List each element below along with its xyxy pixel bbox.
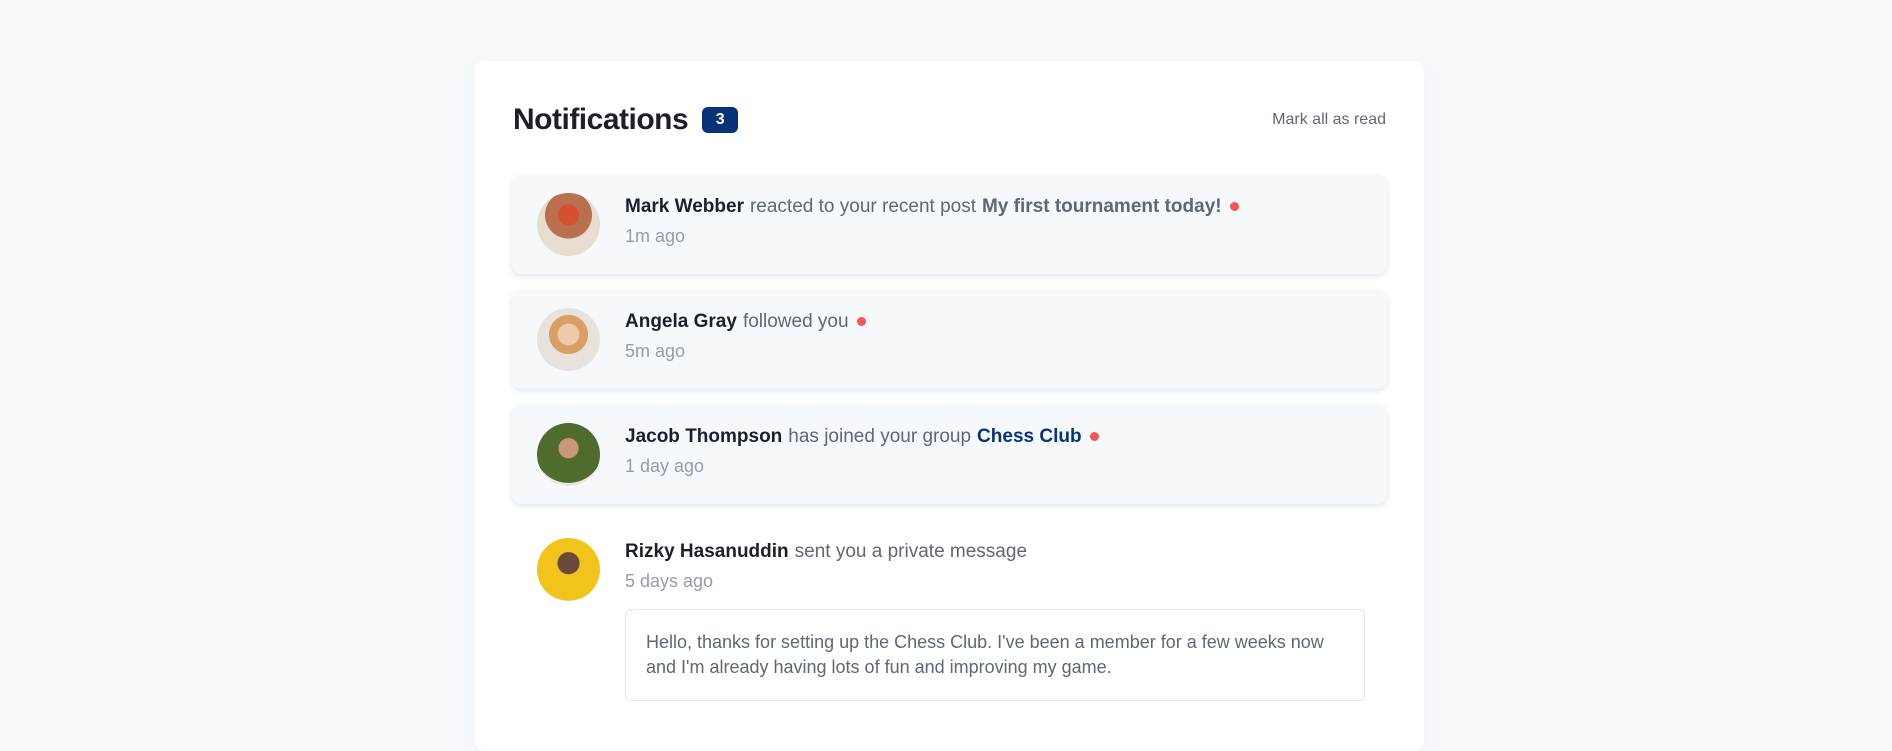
avatar: [537, 538, 600, 601]
unread-dot: [1089, 432, 1099, 442]
notification-item[interactable]: Mark Webber reacted to your recent post My…: [512, 175, 1387, 274]
action-text: reacted to your recent post: [749, 196, 976, 217]
action-text: followed you: [742, 311, 849, 332]
unread-dot: [1229, 202, 1239, 212]
user-name[interactable]: Angela Gray: [625, 311, 737, 332]
mark-all-read-button[interactable]: Mark all as read: [1272, 111, 1386, 129]
avatar: [537, 308, 600, 371]
private-message[interactable]: Hello, thanks for setting up the Chess C…: [625, 609, 1365, 701]
unread-dot: [856, 317, 866, 327]
notifications-card: Notifications 3 Mark all as read Mark We…: [475, 61, 1424, 751]
post-link[interactable]: My first tournament today!: [982, 196, 1222, 217]
action-text: sent you a private message: [794, 541, 1028, 562]
timestamp: 1m ago: [625, 226, 686, 246]
notification-item[interactable]: Angela Gray followed you 5m ago: [512, 290, 1387, 389]
header: Notifications 3 Mark all as read: [513, 99, 1386, 141]
timestamp: 5 days ago: [625, 571, 714, 591]
avatar: [537, 193, 600, 256]
unread-count-badge: 3: [702, 107, 739, 133]
group-link[interactable]: Chess Club: [977, 426, 1082, 447]
timestamp: 1 day ago: [625, 456, 705, 476]
user-name[interactable]: Jacob Thompson: [625, 426, 782, 447]
user-name[interactable]: Rizky Hasanuddin: [625, 541, 789, 562]
notification-list: Mark Webber reacted to your recent post My…: [512, 175, 1387, 717]
notification-item[interactable]: Rizky Hasanuddin sent you a private messa…: [512, 520, 1387, 701]
page-title: Notifications: [513, 103, 689, 136]
action-text: has joined your group: [788, 426, 972, 447]
timestamp: 5m ago: [625, 341, 686, 361]
user-name[interactable]: Mark Webber: [625, 196, 744, 217]
avatar: [537, 423, 600, 486]
notification-item[interactable]: Jacob Thompson has joined your group Chess…: [512, 405, 1387, 504]
